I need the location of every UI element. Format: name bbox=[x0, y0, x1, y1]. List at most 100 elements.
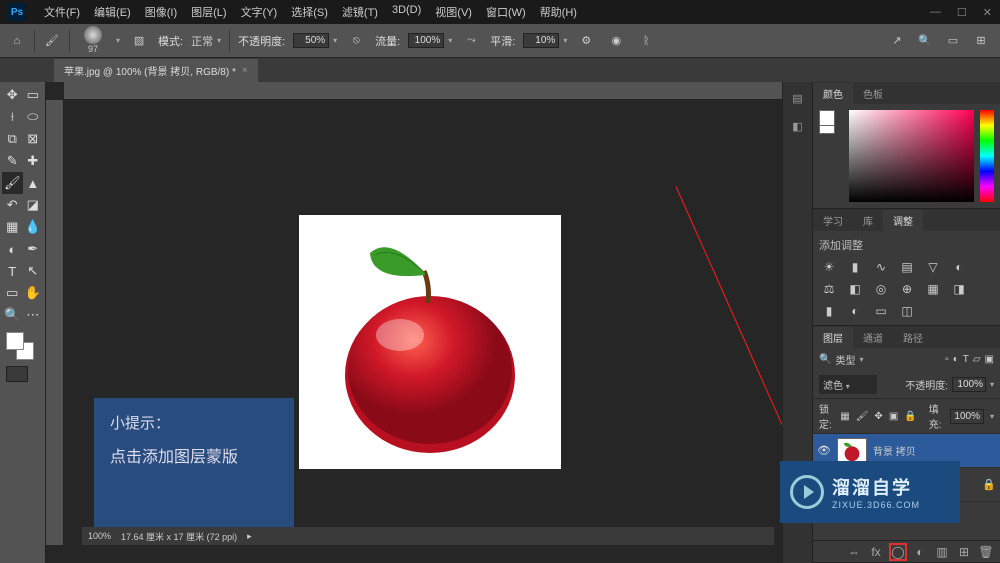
window-minimize[interactable]: — bbox=[930, 6, 941, 19]
document-close-icon[interactable]: × bbox=[242, 65, 248, 76]
brush-panel-icon[interactable]: ▧ bbox=[128, 30, 150, 52]
menu-image[interactable]: 图像(I) bbox=[139, 2, 183, 22]
dodge-tool[interactable]: ◐ bbox=[2, 238, 23, 260]
filter-adjust-icon[interactable]: ◐ bbox=[953, 354, 959, 365]
pressure-opacity-icon[interactable]: ⦸ bbox=[345, 30, 367, 52]
smooth-dropdown-icon[interactable]: ▾ bbox=[563, 36, 567, 45]
quickselect-tool[interactable]: ⬭ bbox=[23, 106, 44, 128]
filter-pixel-icon[interactable]: ▫ bbox=[945, 354, 949, 365]
new-layer-icon[interactable]: ⊞ bbox=[956, 544, 972, 560]
hue-slider[interactable] bbox=[980, 110, 994, 202]
adj-gradient-map[interactable]: ▭ bbox=[871, 303, 891, 319]
properties-panel-icon[interactable]: ◧ bbox=[788, 116, 808, 136]
opacity-dropdown-icon[interactable]: ▾ bbox=[333, 36, 337, 45]
mode-value[interactable]: 正常 bbox=[191, 33, 213, 49]
brush-tool[interactable]: 🖌 bbox=[2, 172, 23, 194]
menu-layer[interactable]: 图层(L) bbox=[185, 2, 232, 22]
path-select-tool[interactable]: ↖ bbox=[23, 260, 44, 282]
color-field[interactable] bbox=[849, 110, 974, 202]
layer-name[interactable]: 背景 拷贝 bbox=[873, 443, 996, 458]
flow-input[interactable] bbox=[408, 33, 444, 48]
quickmask-toggle[interactable] bbox=[6, 366, 28, 382]
canvas[interactable]: 小提示： 点击添加图层蒙版 100% 17.64 厘米 x 17 厘米 (72 … bbox=[64, 100, 778, 545]
adj-threshold[interactable]: ◐ bbox=[845, 303, 865, 319]
menu-3d[interactable]: 3D(D) bbox=[386, 2, 427, 22]
frame-tool[interactable]: ⊠ bbox=[23, 128, 44, 150]
adj-selective[interactable]: ◫ bbox=[897, 303, 917, 319]
heal-tool[interactable]: ✚ bbox=[23, 150, 44, 172]
hand-tool[interactable]: ✋ bbox=[23, 282, 44, 304]
new-group-icon[interactable]: ▥ bbox=[934, 544, 950, 560]
tab-adjustments[interactable]: 调整 bbox=[883, 210, 923, 231]
zoom-tool[interactable]: 🔍 bbox=[2, 304, 23, 326]
lock-trans-icon[interactable]: ▦ bbox=[840, 411, 849, 422]
color-panel-swatches[interactable] bbox=[819, 110, 843, 202]
crop-tool[interactable]: ⧉ bbox=[2, 128, 23, 150]
tab-libraries[interactable]: 库 bbox=[853, 210, 883, 231]
fill-dropdown-icon[interactable]: ▾ bbox=[990, 412, 994, 421]
filter-shape-icon[interactable]: ▱ bbox=[973, 354, 981, 365]
document-tab[interactable]: 苹果.jpg @ 100% (背景 拷贝, RGB/8) * × bbox=[54, 59, 258, 82]
adj-levels[interactable]: ▮ bbox=[845, 259, 865, 275]
smooth-input[interactable] bbox=[523, 33, 559, 48]
tab-layers[interactable]: 图层 bbox=[813, 327, 853, 348]
menu-file[interactable]: 文件(F) bbox=[38, 2, 86, 22]
symmetry-icon[interactable]: ᚱ bbox=[635, 30, 657, 52]
arrange-icon[interactable]: ⊞ bbox=[970, 30, 992, 52]
pen-tool[interactable]: ✒ bbox=[23, 238, 44, 260]
adj-vibrance[interactable]: ▽ bbox=[923, 259, 943, 275]
doc-info-arrow-icon[interactable]: ▸ bbox=[247, 531, 252, 542]
menu-view[interactable]: 视图(V) bbox=[429, 2, 478, 22]
workspace-icon[interactable]: ▭ bbox=[942, 30, 964, 52]
adj-balance[interactable]: ⚖ bbox=[819, 281, 839, 297]
adj-curves[interactable]: ∿ bbox=[871, 259, 891, 275]
brush-preset[interactable]: 97 bbox=[78, 26, 108, 56]
lock-all-icon[interactable]: 🔒 bbox=[904, 411, 916, 422]
tab-paths[interactable]: 路径 bbox=[893, 327, 933, 348]
blend-mode-select[interactable]: 滤色 ▾ bbox=[819, 375, 877, 394]
flow-dropdown-icon[interactable]: ▾ bbox=[448, 36, 452, 45]
history-panel-icon[interactable]: ▤ bbox=[788, 88, 808, 108]
stamp-tool[interactable]: ▲ bbox=[23, 172, 44, 194]
adj-bw[interactable]: ◧ bbox=[845, 281, 865, 297]
window-close[interactable]: ✕ bbox=[983, 6, 992, 19]
marquee-tool[interactable]: ▭ bbox=[23, 84, 44, 106]
tab-color[interactable]: 颜色 bbox=[813, 83, 853, 104]
delete-layer-icon[interactable]: 🗑 bbox=[978, 544, 994, 560]
menu-help[interactable]: 帮助(H) bbox=[534, 2, 583, 22]
menu-filter[interactable]: 滤镜(T) bbox=[336, 2, 384, 22]
new-adjustment-icon[interactable]: ◐ bbox=[912, 544, 928, 560]
window-maximize[interactable]: ☐ bbox=[957, 6, 967, 19]
menu-type[interactable]: 文字(Y) bbox=[235, 2, 284, 22]
zoom-level[interactable]: 100% bbox=[88, 531, 111, 541]
adj-invert[interactable]: ◨ bbox=[949, 281, 969, 297]
history-brush-tool[interactable]: ↶ bbox=[2, 194, 23, 216]
add-mask-icon[interactable]: ◯ bbox=[890, 544, 906, 560]
tab-learn[interactable]: 学习 bbox=[813, 210, 853, 231]
type-tool[interactable]: T bbox=[2, 260, 23, 282]
eraser-tool[interactable]: ◪ bbox=[23, 194, 44, 216]
lock-nest-icon[interactable]: ▣ bbox=[889, 411, 898, 422]
tab-swatches[interactable]: 色板 bbox=[853, 83, 893, 104]
pressure-size-icon[interactable]: ◉ bbox=[605, 30, 627, 52]
color-swatches[interactable] bbox=[2, 330, 43, 366]
layer-fx-icon[interactable]: fx bbox=[868, 544, 884, 560]
adj-mixer[interactable]: ⊕ bbox=[897, 281, 917, 297]
eyedropper-tool[interactable]: ✎ bbox=[2, 150, 23, 172]
lock-pos-icon[interactable]: ✥ bbox=[874, 411, 882, 422]
link-layers-icon[interactable]: ⇔ bbox=[846, 544, 862, 560]
filter-kind-dropdown-icon[interactable]: ▾ bbox=[859, 355, 863, 364]
filter-kind-icon[interactable]: 🔍 bbox=[819, 354, 831, 365]
gradient-tool[interactable]: ▦ bbox=[2, 216, 23, 238]
edit-toolbar[interactable]: ⋯ bbox=[23, 304, 44, 326]
brush-dropdown-icon[interactable]: ▾ bbox=[116, 36, 120, 45]
visibility-icon[interactable]: 👁 bbox=[817, 444, 831, 457]
shape-tool[interactable]: ▭ bbox=[2, 282, 23, 304]
share-icon[interactable]: ↗ bbox=[886, 30, 908, 52]
foreground-swatch[interactable] bbox=[6, 332, 24, 350]
blur-tool[interactable]: 💧 bbox=[23, 216, 44, 238]
move-tool[interactable]: ✥ bbox=[2, 84, 23, 106]
airbrush-icon[interactable]: ⤳ bbox=[460, 30, 482, 52]
layer-opacity-dropdown-icon[interactable]: ▾ bbox=[990, 380, 994, 389]
adj-photo-filter[interactable]: ◎ bbox=[871, 281, 891, 297]
